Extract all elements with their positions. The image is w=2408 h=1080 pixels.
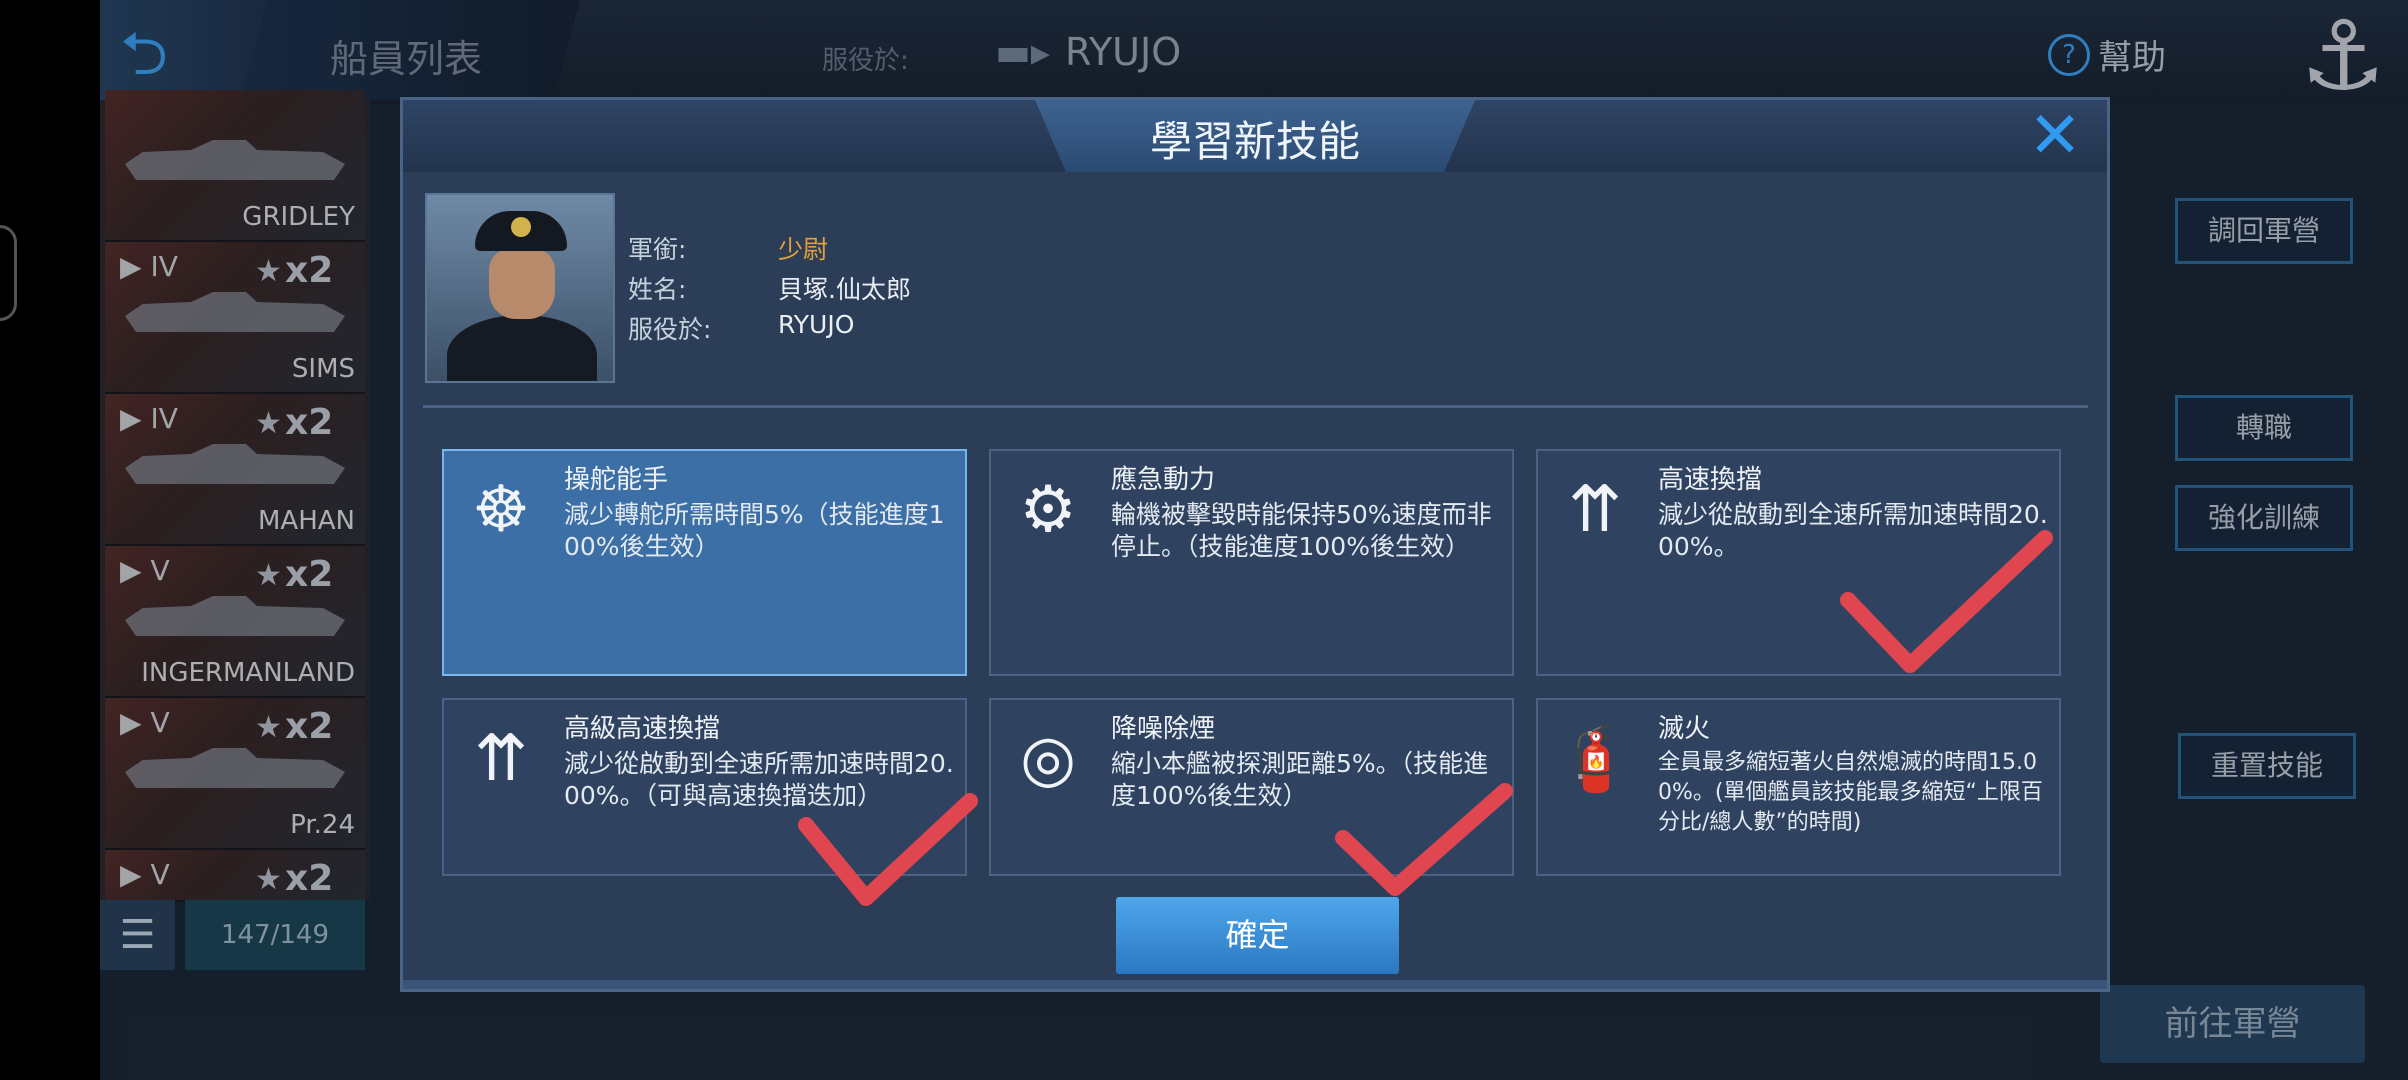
- service-value: RYUJO: [778, 310, 855, 339]
- stealth-icon: ◎: [1020, 722, 1076, 796]
- checkmark-annotation: [798, 793, 978, 906]
- helm-icon: ☸: [472, 473, 530, 547]
- skill-name: 滅火: [1658, 714, 1711, 744]
- gears-icon: ⚙: [1019, 473, 1077, 547]
- checkmark-annotation: [1840, 530, 2053, 673]
- officer-name: 貝塚.仙太郎: [778, 275, 911, 304]
- speed-gauge-icon: ⇈: [1568, 473, 1622, 547]
- close-icon[interactable]: ✕: [2023, 104, 2087, 168]
- skill-name: 操舵能手: [564, 465, 669, 495]
- skill-description: 輪機被擊毀時能保持50%速度而非停止。（技能進度100%後生效）: [1111, 500, 1492, 561]
- rank-value: 少尉: [778, 235, 829, 264]
- confirm-button[interactable]: 確定: [1116, 897, 1399, 974]
- advanced-speed-icon: ⇈: [474, 722, 528, 796]
- edge-handle[interactable]: [0, 225, 17, 321]
- skill-card-firefighting[interactable]: 🧯 滅火 全員最多縮短著火自然熄滅的時間15.00%。(單個艦員該技能最多縮短“…: [1536, 698, 2061, 876]
- skill-name: 降噪除煙: [1111, 714, 1216, 744]
- dialog-bottom-bar: [403, 980, 2107, 989]
- service-label: 服役於:: [628, 315, 712, 344]
- skill-description: 全員最多縮短著火自然熄滅的時間15.00%。(單個艦員該技能最多縮短“上限百分比…: [1658, 750, 2043, 835]
- officer-portrait: [425, 193, 615, 383]
- skill-card-helmsman[interactable]: ☸ 操舵能手 減少轉舵所需時間5%（技能進度100%後生效）: [442, 449, 967, 676]
- name-label: 姓名:: [628, 275, 687, 304]
- skill-name: 高速換擋: [1658, 465, 1763, 495]
- divider: [423, 405, 2088, 408]
- skill-name: 高級高速換擋: [564, 714, 721, 744]
- skill-name: 應急動力: [1111, 465, 1216, 495]
- skill-card-emergency-power[interactable]: ⚙ 應急動力 輪機被擊毀時能保持50%速度而非停止。（技能進度100%後生效）: [989, 449, 1514, 676]
- extinguisher-icon: 🧯: [1555, 722, 1635, 796]
- skill-description: 減少轉舵所需時間5%（技能進度100%後生效）: [564, 500, 945, 561]
- checkmark-annotation: [1335, 783, 1513, 896]
- cap-badge-icon: [511, 217, 531, 237]
- dialog-title: 學習新技能: [1149, 117, 1360, 166]
- rank-label: 軍銜:: [628, 235, 687, 264]
